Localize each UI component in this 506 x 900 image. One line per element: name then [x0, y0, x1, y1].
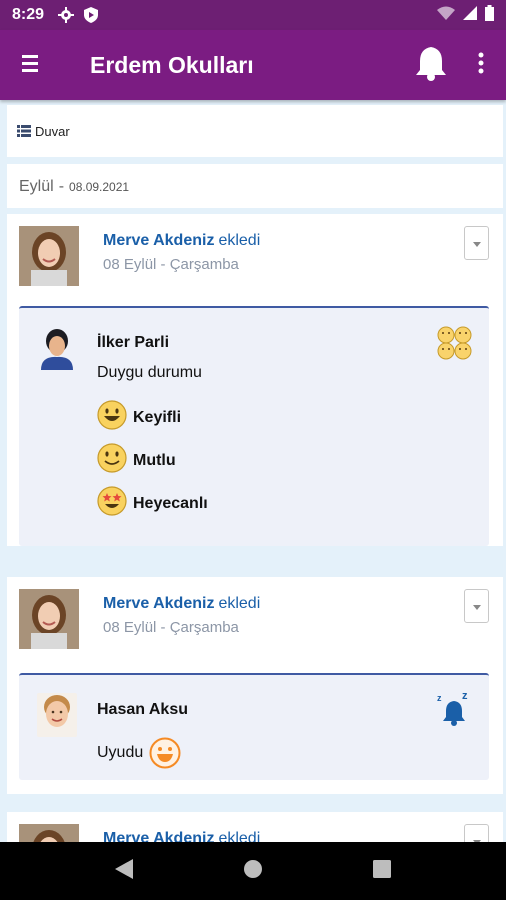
more-options-button[interactable]	[456, 30, 506, 100]
avatar	[19, 226, 79, 286]
status-bar: 8:29	[0, 0, 506, 30]
post-card: Merve Akdeniz ekledi 08 Eylül - Çarşamba …	[7, 577, 503, 794]
author-action: ekledi	[218, 595, 261, 612]
home-icon[interactable]	[243, 859, 263, 884]
recents-icon[interactable]	[373, 859, 391, 883]
post-options-dropdown[interactable]	[464, 226, 489, 260]
avatar	[19, 589, 79, 649]
chevron-down-icon	[472, 234, 481, 252]
activity-label-row: Uyudu	[97, 737, 181, 769]
post-author: Merve Akdeniz ekledi	[103, 232, 260, 250]
activity-card: Hasan Aksu Uyudu zz	[19, 673, 489, 780]
notifications-button[interactable]	[406, 30, 456, 100]
author-name-link[interactable]: Merve Akdeniz	[103, 595, 214, 612]
chevron-down-icon	[472, 597, 481, 615]
menu-icon	[22, 53, 38, 78]
svg-text:z: z	[462, 691, 468, 702]
post-options-dropdown[interactable]	[464, 589, 489, 623]
month-separator: -	[58, 178, 65, 195]
bell-icon	[415, 45, 447, 86]
activity-label: Uyudu	[97, 744, 144, 761]
wall-feed[interactable]: Duvar Eylül - 08.09.2021 Merve Akdeniz ek…	[0, 100, 506, 842]
author-action: ekledi	[218, 830, 261, 842]
emotions-icon	[437, 326, 473, 365]
system-nav-bar	[0, 842, 506, 900]
app-title: Erdem Okulları	[90, 51, 254, 78]
grinning-face-icon	[97, 400, 133, 435]
post-author: Merve Akdeniz ekledi	[103, 595, 260, 613]
month-label: Eylül	[19, 178, 54, 195]
child-photo	[37, 326, 77, 370]
post-card: Merve Akdeniz ekledi	[7, 812, 503, 842]
sleep-bell-icon: zz	[437, 690, 471, 732]
wall-tab[interactable]: Duvar	[7, 105, 503, 157]
mood-item: Keyifli	[97, 400, 181, 435]
avatar	[19, 824, 79, 842]
activity-label: Duygu durumu	[97, 364, 202, 381]
svg-text:z: z	[437, 693, 442, 703]
menu-button[interactable]	[0, 30, 60, 100]
back-icon[interactable]	[115, 858, 133, 884]
author-name-link[interactable]: Merve Akdeniz	[103, 232, 214, 249]
battery-icon	[485, 4, 494, 26]
signal-icon	[463, 5, 477, 25]
settings-icon	[58, 7, 75, 23]
mood-item: Mutlu	[97, 443, 176, 478]
child-name: İlker Parli	[97, 334, 170, 351]
list-icon	[17, 125, 31, 137]
mood-label: Mutlu	[133, 451, 176, 469]
wall-label: Duvar	[35, 123, 70, 139]
shield-play-icon	[84, 7, 99, 23]
month-header: Eylül - 08.09.2021	[7, 164, 503, 208]
month-date: 08.09.2021	[69, 180, 130, 194]
more-vert-icon	[478, 52, 484, 79]
mood-item: Heyecanlı	[97, 486, 208, 521]
chevron-down-icon	[472, 832, 481, 842]
author-action: ekledi	[218, 232, 261, 249]
mood-label: Keyifli	[133, 408, 182, 426]
status-time: 8:29	[12, 6, 45, 23]
smiling-face-icon	[97, 443, 133, 478]
app-bar: Erdem Okulları	[0, 30, 506, 100]
post-options-dropdown[interactable]	[464, 824, 489, 842]
author-name-link[interactable]: Merve Akdeniz	[103, 830, 214, 842]
activity-card: İlker Parli Duygu durumu Keyifli Mutlu H…	[19, 306, 489, 546]
post-card: Merve Akdeniz ekledi 08 Eylül - Çarşamba …	[7, 214, 503, 546]
mood-label: Heyecanlı	[133, 494, 208, 512]
wifi-icon	[437, 6, 455, 25]
star-struck-face-icon	[97, 486, 133, 521]
post-date: 08 Eylül - Çarşamba	[103, 256, 239, 273]
post-date: 08 Eylül - Çarşamba	[103, 619, 239, 636]
child-photo	[37, 693, 77, 737]
orange-smile-icon	[149, 737, 181, 769]
child-name: Hasan Aksu	[97, 701, 188, 718]
post-author: Merve Akdeniz ekledi	[103, 830, 260, 842]
